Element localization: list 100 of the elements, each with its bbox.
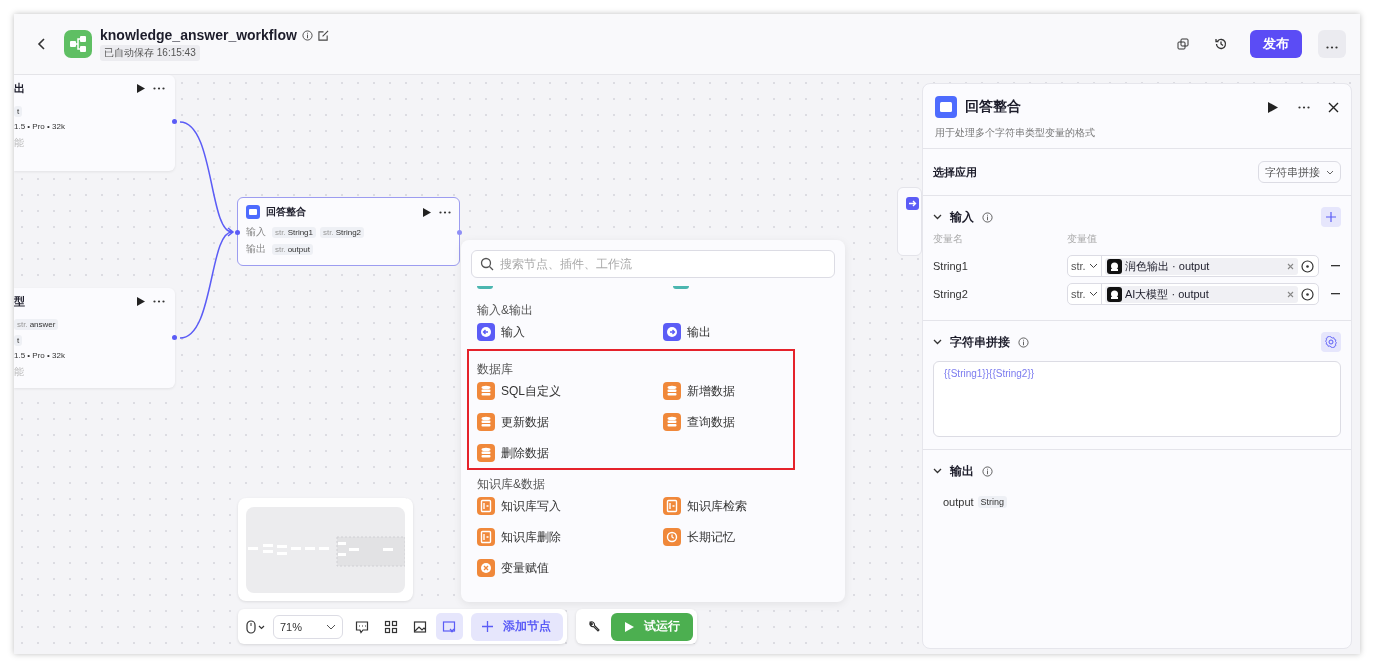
target-icon[interactable]: [1301, 259, 1314, 273]
zoom-select[interactable]: 71%: [273, 614, 343, 639]
output-name: output: [943, 496, 974, 508]
more-icon[interactable]: [153, 86, 165, 90]
menu-item[interactable]: 知识库删除: [477, 528, 663, 546]
node-title: 出: [14, 80, 25, 96]
target-icon[interactable]: [1301, 287, 1314, 301]
document-icon: [477, 528, 495, 546]
play-icon[interactable]: [1268, 101, 1278, 113]
caret-icon: [1089, 291, 1098, 297]
more-icon[interactable]: [1298, 105, 1310, 109]
caret-icon: [325, 623, 336, 630]
image-icon: [413, 619, 428, 634]
chevron-icon[interactable]: [933, 468, 942, 474]
variable-tag: str. String2: [320, 226, 365, 238]
row-label: 输出: [246, 242, 266, 256]
search-field[interactable]: 搜索节点、插件、工作流: [471, 250, 835, 278]
menu-item[interactable]: 输出: [663, 323, 785, 341]
variable-name: String1: [933, 260, 969, 272]
text-node-icon: [246, 205, 260, 219]
variable-reference[interactable]: AI大模型 · output: [1105, 285, 1298, 303]
variable-tag: t: [14, 106, 23, 117]
template-field[interactable]: {{String1}}{{String2}}: [933, 361, 1341, 437]
model-label: 1.5 • Pro • 32k: [14, 122, 65, 131]
menu-item[interactable]: SQL自定义: [477, 382, 663, 400]
info-icon[interactable]: [301, 29, 313, 41]
menu-item[interactable]: 查询数据: [663, 413, 785, 431]
more-icon[interactable]: [439, 210, 451, 214]
panel-description: 用于处理多个字符串类型变量的格式: [935, 126, 1096, 140]
menu-item[interactable]: 新增数据: [663, 382, 785, 400]
output-port[interactable]: [172, 119, 177, 124]
node-icon: [673, 286, 689, 289]
menu-item[interactable]: 变量赋值: [477, 559, 663, 577]
workflow-title: knowledge_answer_workflow: [100, 27, 297, 43]
edit-icon[interactable]: [317, 29, 329, 41]
output-icon: [663, 323, 681, 341]
settings-icon: [1325, 336, 1337, 348]
caret-icon: [1089, 263, 1098, 269]
section-title: 字符串拼接: [950, 333, 1010, 351]
chevron-icon[interactable]: [933, 339, 942, 345]
document-icon: [477, 497, 495, 515]
document-icon: [663, 497, 681, 515]
app-select[interactable]: 字符串拼接: [1258, 161, 1341, 183]
play-icon[interactable]: [137, 296, 145, 306]
minimap-button[interactable]: [435, 613, 463, 640]
play-icon[interactable]: [423, 207, 431, 217]
info-icon[interactable]: [1018, 336, 1029, 348]
node-card[interactable]: 回答整合 输入 str. String1 str. String2 输出 str. output: [237, 197, 460, 266]
section-title: 输入&输出: [477, 302, 534, 319]
variable-reference[interactable]: 润色输出 · output: [1105, 257, 1298, 275]
menu-item[interactable]: 长期记忆: [663, 528, 785, 546]
menu-item[interactable]: 知识库检索: [663, 497, 785, 515]
output-node-icon: [906, 197, 919, 210]
menu-item[interactable]: 删除数据: [477, 444, 663, 462]
type-select[interactable]: str.: [1068, 284, 1102, 304]
panel-title: 回答整合: [965, 98, 1022, 116]
play-icon[interactable]: [137, 83, 145, 93]
bot-icon: [1107, 286, 1122, 302]
node-title: 型: [14, 293, 25, 309]
menu-item[interactable]: 输入: [477, 323, 663, 341]
output-port[interactable]: [172, 335, 177, 340]
history-icon: [1214, 37, 1228, 51]
settings-button[interactable]: [1321, 332, 1341, 352]
plus-icon: [1326, 212, 1336, 222]
clear-icon[interactable]: [1287, 290, 1294, 298]
chevron-icon[interactable]: [933, 214, 942, 220]
workflow-logo-icon: [64, 30, 92, 58]
mouse-icon: [245, 619, 266, 634]
column-header: 变量名: [933, 232, 964, 246]
plus-icon: [482, 621, 494, 632]
section-title: 数据库: [477, 361, 514, 378]
menu-item[interactable]: 更新数据: [477, 413, 663, 431]
type-select[interactable]: str.: [1068, 256, 1102, 276]
copy-icon: [1177, 38, 1189, 50]
comment-icon: [355, 619, 370, 634]
type-tag: String: [977, 496, 1008, 508]
variable-tag: str. output: [272, 243, 313, 255]
variable-tag: str. answer: [14, 319, 59, 330]
section-title: 输入: [950, 208, 974, 226]
column-header: 变量值: [1067, 232, 1098, 246]
clear-icon[interactable]: [1287, 262, 1294, 270]
variable-icon: [477, 559, 495, 577]
autosave-label: 已自动保存 16:15:43: [100, 45, 200, 61]
text-node-icon: [935, 96, 957, 118]
add-node-button[interactable]: 添加节点: [470, 612, 563, 641]
input-port[interactable]: [235, 230, 240, 235]
info-icon[interactable]: [982, 465, 993, 477]
publish-button[interactable]: 发布: [1250, 30, 1302, 58]
more-icon[interactable]: [1326, 45, 1338, 49]
more-icon[interactable]: [153, 299, 165, 303]
play-icon: [624, 621, 634, 632]
close-icon[interactable]: [1328, 101, 1339, 113]
memory-icon: [663, 528, 681, 546]
node-card[interactable]: [897, 187, 922, 256]
node-icon: [477, 286, 493, 289]
grid-icon: [384, 619, 399, 634]
variable-tag: t: [14, 335, 23, 346]
menu-item[interactable]: 知识库写入: [477, 497, 663, 515]
section-title: 输出: [950, 462, 974, 480]
info-icon[interactable]: [982, 211, 993, 223]
